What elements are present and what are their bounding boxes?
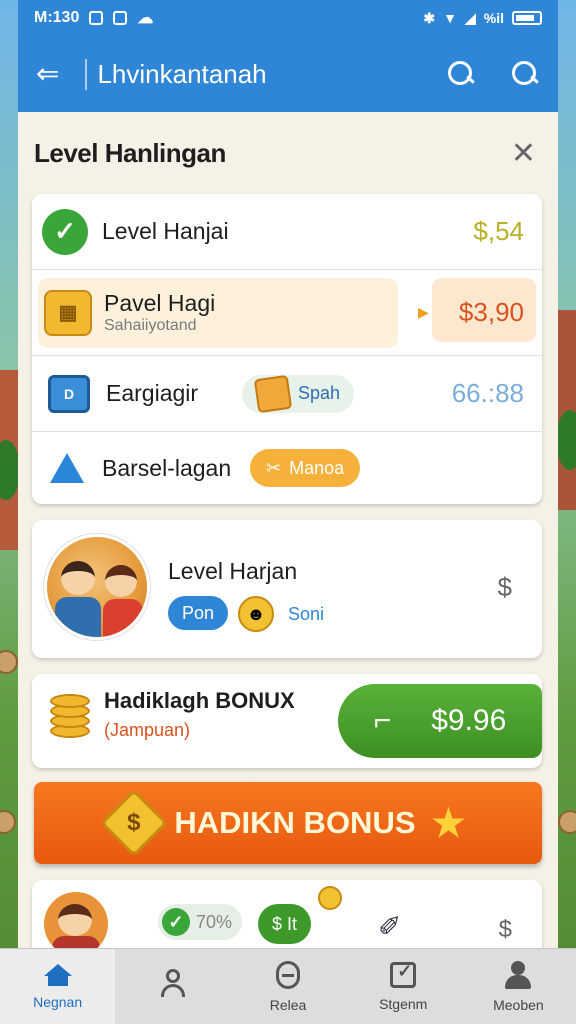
list-item-label: Barsel-lagan	[102, 454, 232, 481]
check-icon: ✓	[42, 208, 88, 255]
smiley-icon: ☻	[238, 596, 274, 632]
list-item-label: Level Hanjai	[102, 218, 229, 244]
pon-chip[interactable]: Pon	[168, 596, 229, 630]
hammer-icon: ⌐	[373, 704, 392, 737]
cookie-decoration	[0, 650, 18, 674]
dollar-badge-icon: $	[100, 789, 169, 857]
home-icon	[43, 963, 72, 986]
coins-icon	[48, 694, 94, 742]
bonus-card: Hadiklagh BONUX (Jampuan) ⌐ $9.96	[32, 674, 542, 768]
search-icon[interactable]	[510, 59, 540, 89]
claim-bonus-button[interactable]: ⌐ $9.96	[338, 684, 542, 758]
star-icon: ★	[431, 802, 466, 845]
list-item[interactable]: ✓ Level Hanjai $,54	[32, 194, 542, 270]
bonus-button-value: $9.96	[431, 704, 507, 737]
app-bar: ⇐ Lhvinkantanah	[18, 36, 558, 112]
pill-label: Spah	[298, 383, 341, 403]
pawn-icon	[505, 960, 532, 989]
nav-item-label: Relea	[269, 996, 307, 1013]
nav-item-label: Stgenm	[379, 995, 428, 1012]
list-item-label: Pavel Hagi	[104, 290, 216, 316]
close-icon[interactable]: ✕	[511, 136, 536, 171]
treasure-chest-icon: ▦	[44, 289, 92, 336]
coin-icon	[318, 886, 342, 910]
check-icon: ✓	[162, 908, 190, 936]
status-time: M:130	[34, 9, 80, 26]
reward-chip[interactable]: $ It	[258, 904, 312, 944]
list-item[interactable]: D Eargiagir Spah 66.:88	[32, 356, 542, 432]
app-title: Lhvinkantanah	[85, 58, 267, 90]
level-card[interactable]: Level Harjan Pon ☻ Soni $	[32, 520, 542, 658]
nav-item-stgenm[interactable]: Stgenm	[346, 949, 461, 1024]
wifi-icon: ▼	[443, 10, 457, 26]
bag-icon: D	[48, 374, 90, 413]
avatar	[44, 534, 150, 640]
avatar	[44, 892, 108, 948]
level-card-subtitle: Soni	[288, 604, 325, 624]
cursor-icon: ✐	[378, 911, 402, 942]
chip-label: $ It	[272, 913, 298, 934]
tools-icon: ✂	[266, 457, 282, 478]
reward-card[interactable]: ✓ 70% $ It ✐ $	[32, 880, 542, 948]
list-item-sublabel: Sahaiiyotand	[104, 317, 197, 334]
bonus-subtitle: (Jampuan)	[104, 720, 191, 740]
list-item[interactable]: ▦ Pavel Hagi Sahaiiyotand ▶ $3,90	[32, 270, 542, 356]
nav-item-meoben[interactable]: Meoben	[461, 949, 576, 1024]
bottom-navigation: Negnan Relea Stgenm Meoben	[0, 948, 576, 1024]
big-button-label: HADIKN BONUS	[174, 805, 416, 840]
ring-icon	[276, 960, 300, 989]
nav-item-label: Meoben	[493, 996, 544, 1013]
arrow-right-icon: ▶	[418, 304, 429, 320]
chip-label: Pon	[182, 602, 215, 623]
progress-chip[interactable]: ✓ 70%	[158, 904, 243, 940]
status-bar: M:130 ☁ ✱ ▼ ◢ %il	[18, 0, 558, 36]
list-item-value: 66.:88	[451, 378, 524, 408]
bonus-title: Hadiklagh BONUX	[104, 688, 295, 713]
back-icon[interactable]: ⇐	[36, 60, 59, 88]
bluetooth-icon: ✱	[423, 9, 436, 26]
nav-item-home[interactable]: Negnan	[0, 949, 116, 1024]
crate-icon	[253, 374, 293, 413]
pill-label: Manoa	[289, 457, 345, 478]
check-icon	[390, 961, 417, 988]
signal-icon: ◢	[464, 9, 476, 26]
battery-icon	[512, 11, 542, 25]
status-right-text: %il	[483, 10, 504, 26]
panel-title: Level Hanlingan	[34, 137, 226, 168]
nav-item-profile[interactable]	[115, 949, 230, 1024]
hadikn-bonus-button[interactable]: $ HADIKN BONUS ★	[34, 782, 542, 864]
manoa-button[interactable]: ✂ Manoa	[250, 449, 361, 487]
list-item-label: Eargiagir	[106, 380, 199, 406]
search-icon[interactable]	[446, 59, 476, 89]
item-pill[interactable]: Spah	[242, 374, 355, 413]
cookie-decoration	[0, 810, 16, 834]
list-item-value: $,54	[473, 216, 524, 246]
notification-icon	[113, 11, 128, 25]
level-card-title: Level Harjan	[168, 558, 298, 584]
list-item[interactable]: Barsel-lagan ✂ Manoa	[32, 432, 542, 504]
cloud-icon: ☁	[137, 10, 154, 27]
rewards-list: ✓ Level Hanjai $,54 ▦ Pavel Hagi Sahaiiy…	[32, 194, 542, 504]
level-card-value: $	[497, 572, 512, 602]
drop-icon	[50, 453, 84, 483]
chip-label: 70%	[196, 911, 233, 932]
nav-item-label: Negnan	[33, 993, 83, 1010]
cookie-decoration	[558, 810, 576, 834]
level-panel: Level Hanlingan ✕ ✓ Level Hanjai $,54 ▦ …	[18, 112, 558, 948]
reward-card-value: $	[498, 916, 512, 943]
nav-item-relea[interactable]: Relea	[230, 949, 345, 1024]
notification-icon	[89, 11, 104, 25]
person-icon	[160, 968, 186, 997]
list-item-value: $3,90	[458, 297, 524, 327]
